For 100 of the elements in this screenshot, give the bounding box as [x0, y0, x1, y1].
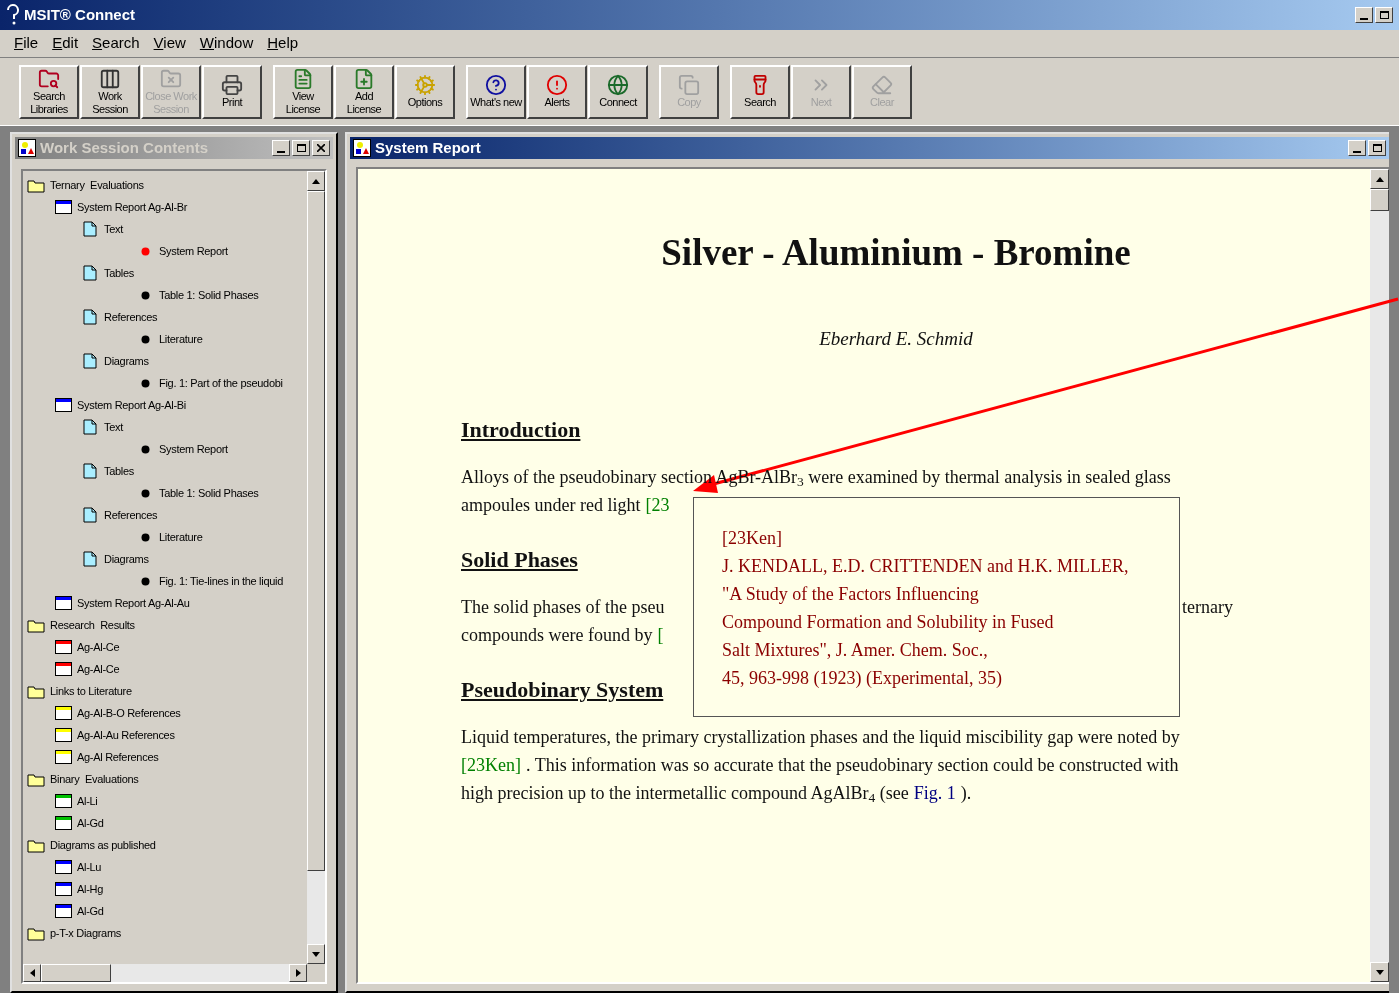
tree-item[interactable]: System Report Ag-Al-Bi: [77, 396, 186, 414]
minimize-button[interactable]: [1355, 7, 1373, 23]
scroll-right-icon: [295, 969, 301, 977]
menu-item[interactable]: Window: [199, 32, 254, 55]
document-window-icon: [54, 750, 72, 764]
toolbar-button[interactable]: Work Session: [80, 64, 140, 119]
tree-item[interactable]: References: [104, 506, 158, 524]
tree-item[interactable]: Fig. 1: Tie-lines in the liquid: [159, 572, 283, 590]
scroll-left-icon: [29, 969, 35, 977]
tree-item[interactable]: System Report: [159, 242, 228, 260]
document-window-icon: [54, 794, 72, 808]
tree-item[interactable]: Al-Gd: [77, 902, 104, 920]
window-title: Work Session Contents: [40, 137, 210, 158]
tree-item[interactable]: System Report: [159, 440, 228, 458]
close-icon: [317, 144, 325, 152]
tree-item[interactable]: Diagrams: [104, 352, 149, 370]
minimize-button[interactable]: [1348, 140, 1366, 156]
tree-item[interactable]: Table 1: Solid Phases: [159, 286, 259, 304]
section-heading: Introduction: [461, 416, 581, 444]
page-icon: [83, 507, 97, 523]
bullet-icon: [140, 246, 150, 256]
tree-item[interactable]: Ag-Al-Ce: [77, 638, 120, 656]
toolbar-button[interactable]: Add License: [334, 64, 394, 119]
tree-item[interactable]: p-T-x Diagrams: [50, 924, 121, 942]
document-window-icon: [54, 596, 72, 610]
tree-item[interactable]: Text: [104, 418, 123, 436]
tree-item[interactable]: Table 1: Solid Phases: [159, 484, 259, 502]
toolbar-button[interactable]: Print: [202, 64, 262, 119]
tree-item[interactable]: Binary Evaluations: [50, 770, 139, 788]
tree-item[interactable]: System Report Ag-Al-Br: [77, 198, 188, 216]
toolbar-button[interactable]: Search Libraries: [19, 64, 79, 119]
author-name: Eberhard E. Schmid: [818, 326, 974, 351]
menu-item[interactable]: Edit: [52, 32, 79, 55]
tree-item[interactable]: Al-Lu: [77, 858, 102, 876]
tree-item[interactable]: Ag-Al-Au References: [77, 726, 175, 744]
tree-item[interactable]: Links to Literature: [50, 682, 132, 700]
tree-item[interactable]: References: [104, 308, 158, 326]
toolbar-button[interactable]: Options: [395, 64, 455, 119]
scroll-thumb[interactable]: [41, 964, 111, 982]
tree-item[interactable]: Ag-Al References: [77, 748, 159, 766]
maximize-button[interactable]: [1375, 7, 1393, 23]
horizontal-scrollbar[interactable]: [23, 964, 307, 982]
close-button[interactable]: [312, 140, 330, 156]
tree-item[interactable]: Al-Li: [77, 792, 98, 810]
page-icon: [83, 463, 97, 479]
body-text: . This information was so accurate that the pseudobinary section could be constructed with: [526, 754, 1179, 777]
tree-item[interactable]: Al-Gd: [77, 814, 104, 832]
toolbar-button[interactable]: Search: [730, 64, 790, 119]
scroll-thumb[interactable]: [1370, 189, 1389, 211]
citation-link[interactable]: [: [657, 621, 664, 649]
tree-item[interactable]: System Report Ag-Al-Au: [77, 594, 190, 612]
menu-item[interactable]: File: [14, 32, 39, 55]
reference-text: "A Study of the Factors Influencing: [722, 583, 980, 606]
figure-link[interactable]: Fig. 1: [913, 779, 956, 807]
vertical-scrollbar[interactable]: [1370, 169, 1389, 982]
page-icon: [83, 419, 97, 435]
toolbar-button[interactable]: Alerts: [527, 64, 587, 119]
citation-link[interactable]: [23: [645, 491, 670, 519]
bullet-icon: [140, 378, 150, 388]
document-window-icon: [54, 662, 72, 676]
menu-item[interactable]: Search: [92, 32, 140, 55]
menu-item[interactable]: Help: [267, 32, 299, 55]
question-icon: [485, 74, 507, 96]
folder-icon: [27, 683, 45, 699]
menu-item[interactable]: View: [153, 32, 186, 55]
page-icon: [83, 265, 97, 281]
toolbar-button[interactable]: What's new: [466, 64, 526, 119]
toolbar-button[interactable]: View License: [273, 64, 333, 119]
folder-icon: [27, 837, 45, 853]
citation-link[interactable]: [23Ken]: [461, 751, 521, 779]
reference-text: Salt Mixtures", J. Amer. Chem. Soc.,: [722, 639, 989, 662]
toolbar-button[interactable]: Connect: [588, 64, 648, 119]
app-logo-icon: [6, 4, 20, 26]
tree-item[interactable]: Text: [104, 220, 123, 238]
tree-item[interactable]: Fig. 1: Part of the pseudobi: [159, 374, 283, 392]
bullet-icon: [140, 488, 150, 498]
tree-item[interactable]: Literature: [159, 528, 203, 546]
tree-item[interactable]: Tables: [104, 462, 134, 480]
maximize-button[interactable]: [292, 140, 310, 156]
document-window-icon: [54, 398, 72, 412]
section-heading: Solid Phases: [461, 546, 578, 574]
tree-item[interactable]: Tables: [104, 264, 134, 282]
tree-item[interactable]: Ag-Al-B-O References: [77, 704, 181, 722]
document-window-icon: [54, 200, 72, 214]
tree-item[interactable]: Research Results: [50, 616, 135, 634]
page-icon: [83, 309, 97, 325]
maximize-button[interactable]: [1368, 140, 1386, 156]
tree-item[interactable]: Literature: [159, 330, 203, 348]
tree-item[interactable]: Ag-Al-Ce: [77, 660, 120, 678]
reference-text: Compound Formation and Solubility in Fused: [722, 611, 1055, 634]
body-text: ternary: [1182, 596, 1233, 619]
tree-item[interactable]: Al-Hg: [77, 880, 103, 898]
minimize-button[interactable]: [272, 140, 290, 156]
tree-item[interactable]: Diagrams: [104, 550, 149, 568]
window-title: System Report: [375, 137, 482, 158]
folder-icon: [27, 771, 45, 787]
tree-item[interactable]: Ternary Evaluations: [50, 176, 144, 194]
document-window-icon: [54, 882, 72, 896]
bullet-icon: [140, 444, 150, 454]
tree-item[interactable]: Diagrams as published: [50, 836, 156, 854]
